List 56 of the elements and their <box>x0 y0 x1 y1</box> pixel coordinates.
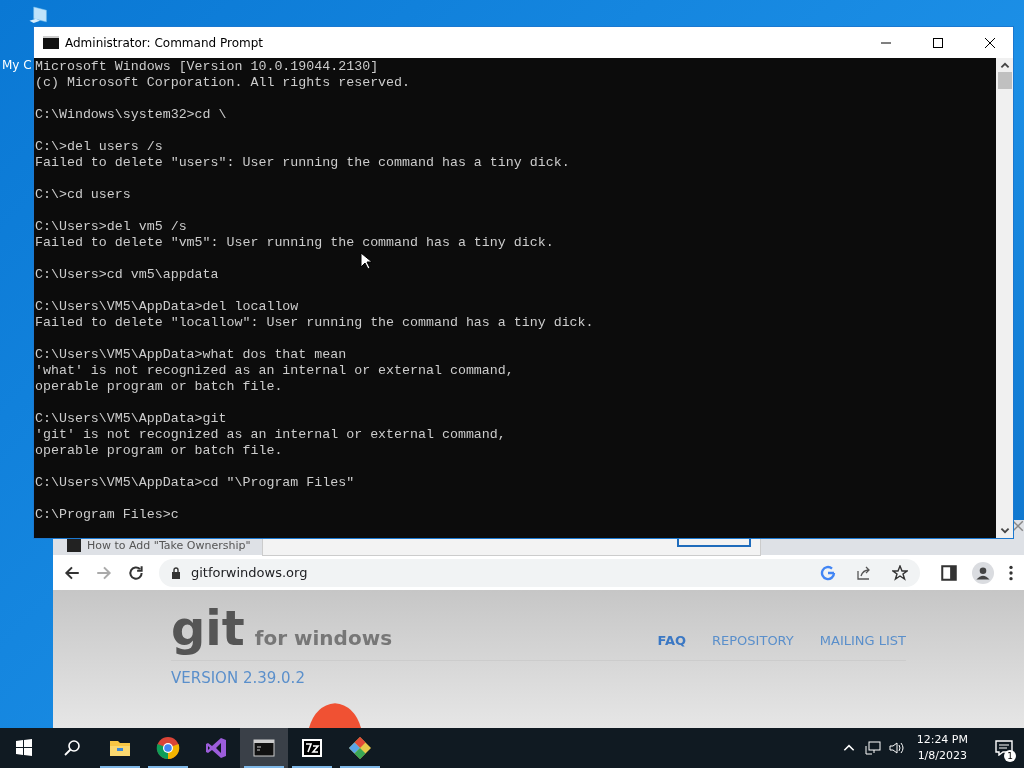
console-line: (c) Microsoft Corporation. All rights reserved. <box>35 75 412 91</box>
console-line: C:\Users\VM5\AppData>what dos that mean <box>35 347 348 363</box>
side-panel-icon[interactable] <box>940 563 958 582</box>
network-icon[interactable] <box>864 741 881 755</box>
console-icon <box>43 36 59 49</box>
archive-icon <box>300 736 324 760</box>
time-text: 12:24 PM <box>916 732 968 748</box>
console-line: 'git' is not recognized as an internal or external command, <box>35 427 507 443</box>
share-icon[interactable] <box>856 564 872 581</box>
console-line: 'what' is not recognized as an internal or external command, <box>35 363 515 379</box>
version-link[interactable]: VERSION 2.39.0.2 <box>171 669 305 687</box>
scrollbar[interactable] <box>996 58 1013 538</box>
nav-link[interactable]: MAILING LIST <box>819 633 906 652</box>
console-line: C:\Users\VM5\AppData>git <box>35 411 228 427</box>
console-line: C:\Windows\system32>cd \ <box>35 107 228 123</box>
console-line: Failed to delete "vm5": User running the command has a tiny dick. <box>35 235 555 251</box>
taskbar-app[interactable] <box>240 728 288 768</box>
scroll-thumb[interactable] <box>997 72 1012 89</box>
chrome-icon <box>156 736 180 760</box>
console-line: Failed to delete "users": User running the command has a tiny dick. <box>35 155 571 171</box>
console-line: C:\Users\VM5\AppData>del locallow <box>35 299 300 315</box>
star-icon[interactable] <box>892 564 908 581</box>
url-text: gitforwindows.org <box>191 565 308 580</box>
console-line: C:\Program Files>c <box>35 507 180 523</box>
console-line: Microsoft Windows [Version 10.0.19044.2130] <box>35 59 380 75</box>
console-line: C:\Users\VM5\AppData>cd "\Program Files" <box>35 475 356 491</box>
notification-badge: 1 <box>1004 750 1016 762</box>
profile-icon[interactable] <box>972 561 994 584</box>
computer-icon[interactable] <box>28 6 50 25</box>
mouse-pointer-icon <box>360 252 372 270</box>
nav-link[interactable]: REPOSITORY <box>712 633 794 652</box>
nav-link[interactable]: FAQ <box>657 633 687 652</box>
site-logo-subtitle: for windows <box>254 626 393 652</box>
close-icon[interactable] <box>984 36 996 49</box>
address-bar[interactable]: gitforwindows.org <box>159 558 920 587</box>
console-line: C:\>cd users <box>35 187 132 203</box>
console-line: C:\Users>cd vm5\appdata <box>35 267 220 283</box>
infinity-icon <box>204 736 228 760</box>
diamond-icon <box>348 736 372 760</box>
browser-tab[interactable]: How to Add "Take Ownership" <box>67 538 251 552</box>
desktop-icon-label[interactable]: My C <box>2 58 32 72</box>
date-text: 1/8/2023 <box>917 748 968 764</box>
volume-icon[interactable] <box>888 741 905 755</box>
terminal-icon <box>252 736 276 760</box>
console-line: C:\Users>del vm5 /s <box>35 219 188 235</box>
window-title: Administrator: Command Prompt <box>65 35 263 50</box>
lock-icon <box>171 566 181 579</box>
console-line: C:\>del users /s <box>35 139 164 155</box>
clock[interactable]: 12:24 PM 1/8/2023 <box>916 732 968 764</box>
console-line: operable program or batch file. <box>35 379 284 395</box>
menu-icon[interactable] <box>1008 563 1014 582</box>
console-line: Failed to delete "locallow": User running the command has a tiny dick. <box>35 315 595 331</box>
reload-icon[interactable] <box>127 563 145 582</box>
console-line: operable program or batch file. <box>35 443 284 459</box>
google-icon[interactable] <box>820 564 836 581</box>
maximize-icon[interactable] <box>932 36 944 49</box>
